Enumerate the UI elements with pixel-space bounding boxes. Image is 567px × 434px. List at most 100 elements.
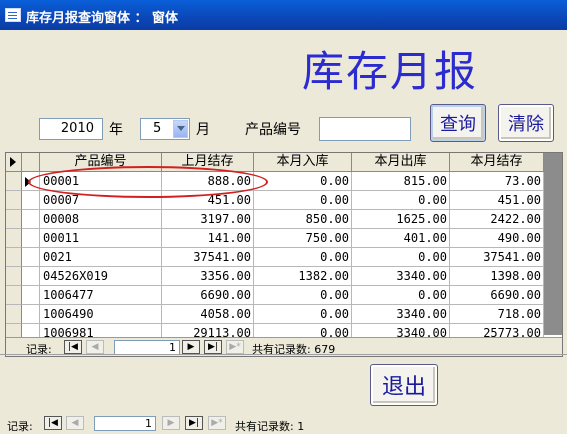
table-cell[interactable]: 73.00	[450, 172, 544, 191]
table-cell[interactable]: 1006477	[40, 286, 162, 305]
table-row[interactable]: 00001 888.00 0.00 815.00 73.00	[6, 172, 546, 191]
month-value: 5	[153, 121, 162, 136]
row-selector[interactable]	[6, 210, 22, 229]
col-header-month-in[interactable]: 本月入库	[254, 153, 352, 172]
vertical-scrollbar[interactable]	[544, 153, 562, 335]
table-cell[interactable]: 3340.00	[352, 305, 450, 324]
table-cell[interactable]: 141.00	[162, 229, 254, 248]
form-record-navigator: 记录: |◀ ◀ 1 ▶ ▶| ▶* 共有记录数: 1	[0, 414, 567, 434]
table-cell[interactable]: 401.00	[352, 229, 450, 248]
page-title: 库存月报	[302, 47, 479, 96]
next-record-button[interactable]: ▶	[182, 340, 200, 354]
form-first-record-button[interactable]: |◀	[44, 416, 62, 430]
current-record-arrow-icon	[10, 157, 16, 167]
year-input[interactable]: 2010	[39, 118, 103, 140]
table-row[interactable]: 00007 451.00 0.00 0.00 451.00	[6, 191, 546, 210]
col-header-product-code[interactable]: 产品编号	[40, 153, 162, 172]
table-cell[interactable]: 00001	[40, 172, 162, 191]
table-cell[interactable]: 0.00	[352, 248, 450, 267]
table-row[interactable]: 04526X019 3356.00 1382.00 3340.00 1398.00	[6, 267, 546, 286]
table-cell[interactable]: 3197.00	[162, 210, 254, 229]
first-record-button[interactable]: |◀	[64, 340, 82, 354]
inventory-datasheet: 产品编号 上月结存 本月入库 本月出库 本月结存 00001 888.00 0.00…	[5, 152, 563, 357]
last-record-button[interactable]: ▶|	[204, 340, 222, 354]
clear-button[interactable]: 清除	[498, 104, 554, 142]
row-indicator[interactable]	[22, 191, 40, 210]
new-record-button[interactable]: ▶*	[226, 340, 244, 354]
row-selector[interactable]	[6, 172, 22, 191]
form-next-record-button[interactable]: ▶	[162, 416, 180, 430]
product-code-input[interactable]	[319, 117, 411, 141]
row-indicator[interactable]	[22, 286, 40, 305]
form-prev-record-button[interactable]: ◀	[66, 416, 84, 430]
row-indicator[interactable]	[22, 248, 40, 267]
table-cell[interactable]: 815.00	[352, 172, 450, 191]
table-cell[interactable]: 00007	[40, 191, 162, 210]
row-selector[interactable]	[6, 229, 22, 248]
row-selector[interactable]	[6, 286, 22, 305]
table-cell[interactable]: 750.00	[254, 229, 352, 248]
table-cell[interactable]: 1006490	[40, 305, 162, 324]
table-cell[interactable]: 0.00	[254, 305, 352, 324]
table-cell[interactable]: 2422.00	[450, 210, 544, 229]
col-header-last-month-balance[interactable]: 上月结存	[162, 153, 254, 172]
exit-button[interactable]: 退出	[370, 364, 438, 406]
table-row[interactable]: 1006477 6690.00 0.00 0.00 6690.00	[6, 286, 546, 305]
row-indicator[interactable]	[22, 305, 40, 324]
form-new-record-button[interactable]: ▶*	[208, 416, 226, 430]
select-all-corner[interactable]	[6, 153, 22, 172]
table-cell[interactable]: 451.00	[162, 191, 254, 210]
table-row[interactable]: 00008 3197.00 850.00 1625.00 2422.00	[6, 210, 546, 229]
table-cell[interactable]: 850.00	[254, 210, 352, 229]
table-cell[interactable]: 0021	[40, 248, 162, 267]
table-cell[interactable]: 37541.00	[450, 248, 544, 267]
row-indicator[interactable]	[22, 267, 40, 286]
table-cell[interactable]: 888.00	[162, 172, 254, 191]
row-indicator[interactable]	[22, 210, 40, 229]
year-label: 年	[109, 122, 123, 138]
table-cell[interactable]: 3340.00	[352, 267, 450, 286]
query-button[interactable]: 查询	[430, 104, 486, 142]
form-record-count: 共有记录数: 1	[235, 420, 305, 433]
table-cell[interactable]: 0.00	[254, 191, 352, 210]
form-window-icon	[5, 8, 21, 22]
prev-record-button[interactable]: ◀	[86, 340, 104, 354]
table-cell[interactable]: 718.00	[450, 305, 544, 324]
table-cell[interactable]: 1625.00	[352, 210, 450, 229]
row-selector[interactable]	[6, 305, 22, 324]
table-cell[interactable]: 3356.00	[162, 267, 254, 286]
month-select[interactable]: 5	[140, 118, 190, 140]
form-last-record-button[interactable]: ▶|	[185, 416, 203, 430]
table-cell[interactable]: 6690.00	[450, 286, 544, 305]
col-header-month-balance[interactable]: 本月结存	[450, 153, 544, 172]
table-cell[interactable]: 00008	[40, 210, 162, 229]
table-cell[interactable]: 0.00	[254, 172, 352, 191]
form-record-label: 记录:	[7, 420, 33, 433]
row-indicator[interactable]	[22, 172, 40, 191]
table-row[interactable]: 0021 37541.00 0.00 0.00 37541.00	[6, 248, 546, 267]
dropdown-button[interactable]	[173, 120, 188, 138]
table-cell[interactable]: 0.00	[352, 191, 450, 210]
table-cell[interactable]: 4058.00	[162, 305, 254, 324]
col-header-month-out[interactable]: 本月出库	[352, 153, 450, 172]
row-indicator[interactable]	[22, 229, 40, 248]
form-record-number-input[interactable]: 1	[94, 416, 156, 431]
table-cell[interactable]: 0.00	[254, 286, 352, 305]
row-selector[interactable]	[6, 191, 22, 210]
table-cell[interactable]: 00011	[40, 229, 162, 248]
row-selector[interactable]	[6, 267, 22, 286]
window-titlebar: 库存月报查询窗体 ： 窗体	[0, 0, 567, 30]
table-cell[interactable]: 451.00	[450, 191, 544, 210]
table-cell[interactable]: 6690.00	[162, 286, 254, 305]
record-number-input[interactable]: 1	[114, 340, 180, 355]
table-cell[interactable]: 1398.00	[450, 267, 544, 286]
table-cell[interactable]: 1382.00	[254, 267, 352, 286]
table-cell[interactable]: 490.00	[450, 229, 544, 248]
table-cell[interactable]: 0.00	[352, 286, 450, 305]
table-cell[interactable]: 0.00	[254, 248, 352, 267]
table-row[interactable]: 1006490 4058.00 0.00 3340.00 718.00	[6, 305, 546, 324]
table-row[interactable]: 00011 141.00 750.00 401.00 490.00	[6, 229, 546, 248]
row-selector[interactable]	[6, 248, 22, 267]
table-cell[interactable]: 04526X019	[40, 267, 162, 286]
table-cell[interactable]: 37541.00	[162, 248, 254, 267]
